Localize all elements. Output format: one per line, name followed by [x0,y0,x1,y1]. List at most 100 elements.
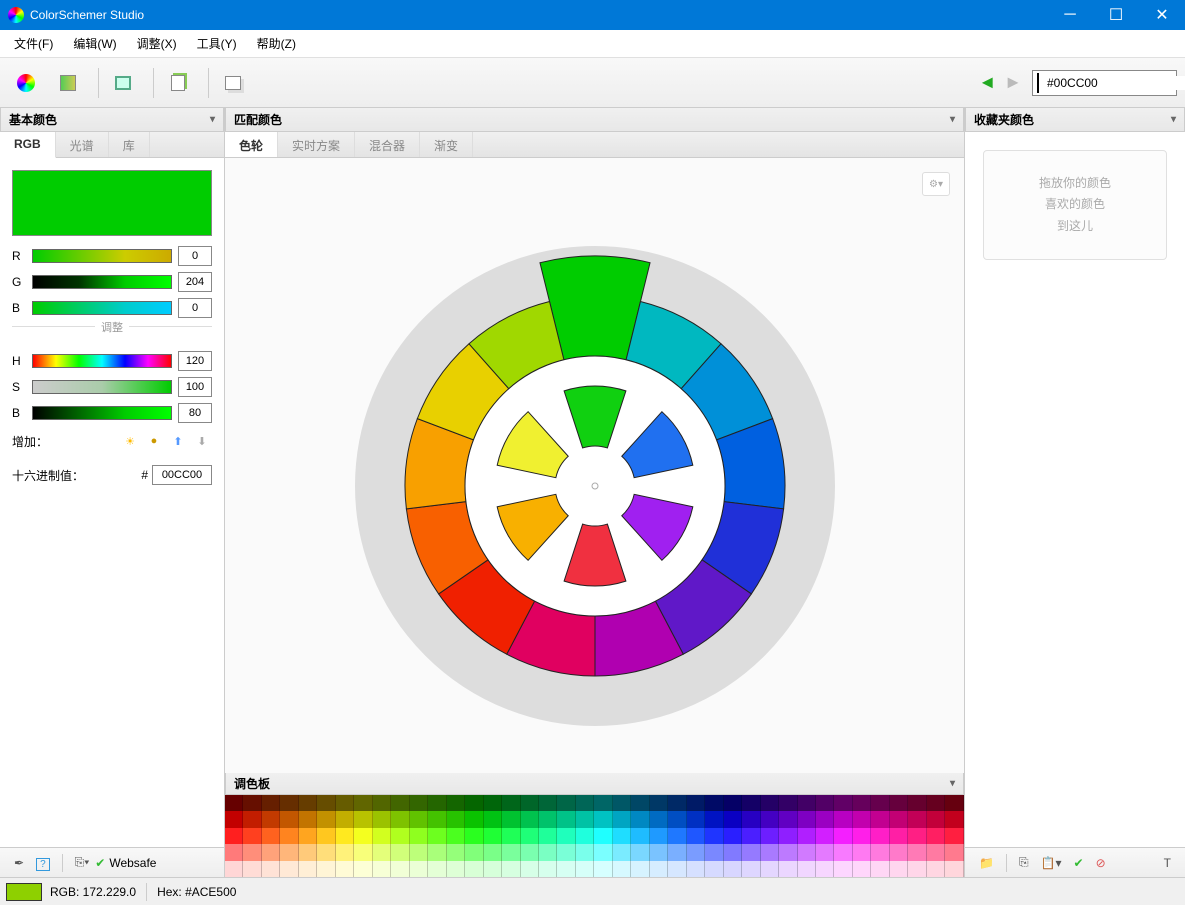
layers-icon [225,76,241,90]
toolbar-copy-button[interactable] [160,65,196,101]
close-button[interactable]: ✕ [1139,0,1185,30]
palette-grid[interactable] [225,795,964,877]
reject-button[interactable]: ⊘ [1090,856,1112,870]
b-slider[interactable] [32,301,172,315]
right-panel-title: 收藏夹颜色 [974,111,1034,128]
left-panel: 基本颜色 ▾ RGB 光谱 库 R G B [0,108,225,877]
maximize-button[interactable]: ☐ [1093,0,1139,30]
favorites-dropzone[interactable]: 拖放你的颜色 喜欢的颜色 到这儿 [983,150,1167,260]
menu-file[interactable]: 文件(F) [4,31,63,56]
shift-down-button[interactable]: ⬇ [192,431,212,451]
h-input[interactable] [178,351,212,371]
folder-button[interactable]: 📁 [973,856,1000,870]
nav-back-button[interactable]: ◄ [974,72,1000,93]
hex-label: 十六进制值： [12,467,84,484]
nav-forward-button[interactable]: ► [1000,72,1026,93]
status-bar: RGB: 172.229.0 Hex: #ACE500 [0,877,1185,905]
center-panel-title: 匹配颜色 [234,111,282,128]
tab-rgb[interactable]: RGB [0,132,56,158]
r-input[interactable] [178,246,212,266]
separator [153,68,154,98]
separator [62,854,63,872]
darken-button[interactable]: ● [144,431,164,451]
g-label: G [12,275,26,289]
text-icon: T [1164,856,1171,870]
browser-icon [115,76,131,90]
dropzone-line3: 到这儿 [1057,216,1093,238]
separator [208,68,209,98]
toolbar-colorwheel-button[interactable] [8,65,44,101]
shift-up-button[interactable]: ⬆ [168,431,188,451]
tab-mixer[interactable]: 混合器 [355,132,420,157]
scheme-icon [60,75,76,91]
left-panel-header[interactable]: 基本颜色 ▾ [0,108,224,132]
eyedropper-button[interactable]: ✒ [8,856,30,870]
hex-input[interactable] [1043,76,1185,90]
status-hex: Hex: #ACE500 [157,885,236,899]
palette-header[interactable]: 调色板 ▾ [225,773,964,795]
toolbar-scheme-button[interactable] [50,65,86,101]
color-preview[interactable] [12,170,212,236]
chevron-down-icon: ▾ [950,778,955,789]
v-label: B [12,406,26,420]
hex-value-input[interactable] [152,465,212,485]
paste-icon: 📋 [1041,856,1056,870]
right-panel-header[interactable]: 收藏夹颜色 ▾ [965,108,1185,132]
toolbar-layers-button[interactable] [215,65,251,101]
tab-spectrum[interactable]: 光谱 [56,132,109,157]
minimize-button[interactable]: ─ [1047,0,1093,30]
right-panel: 收藏夹颜色 ▾ 拖放你的颜色 喜欢的颜色 到这儿 📁 ⎘ 📋▾ ✔ ⊘ T [965,108,1185,877]
copy-icon: ⎘ [75,855,85,869]
chevron-down-icon: ▾ [1171,114,1176,125]
copy-icon: ⎘ [1019,855,1029,869]
r-label: R [12,249,26,263]
s-slider[interactable] [32,380,172,394]
help-button[interactable]: ? [30,856,56,870]
dropzone-line2: 喜欢的颜色 [1045,194,1105,216]
menu-help[interactable]: 帮助(Z) [247,31,306,56]
hex-prefix: # [141,468,148,482]
app-title: ColorSchemer Studio [30,8,1047,22]
text-button[interactable]: T [1158,856,1177,870]
main-toolbar: ◄ ► ⌵ [0,58,1185,108]
menu-edit[interactable]: 编辑(W) [63,31,126,56]
h-slider[interactable] [32,354,172,368]
settings-button[interactable]: ⚙ ▾ [922,172,950,196]
lighten-button[interactable]: ☀ [120,431,140,451]
arrow-down-icon: ⬇ [197,435,206,448]
color-swatch [1037,73,1039,93]
v-slider[interactable] [32,406,172,420]
menu-tools[interactable]: 工具(Y) [187,31,247,56]
b-label: B [12,301,26,315]
status-swatch [6,883,42,901]
g-input[interactable] [178,272,212,292]
toolbar-browser-button[interactable] [105,65,141,101]
eyedropper-icon: ✒ [14,856,24,870]
center-panel-header[interactable]: 匹配颜色 ▾ [225,108,964,132]
g-slider[interactable] [32,275,172,289]
separator [146,883,147,901]
menu-bar: 文件(F) 编辑(W) 调整(X) 工具(Y) 帮助(Z) [0,30,1185,58]
dropzone-line1: 拖放你的颜色 [1039,173,1111,195]
tab-live[interactable]: 实时方案 [278,132,355,157]
color-hex-field[interactable]: ⌵ [1032,70,1177,96]
tab-library[interactable]: 库 [109,132,150,157]
copy-fav-button[interactable]: ⎘ [1013,855,1035,870]
sun-icon: ☀ [125,435,135,448]
color-wheel[interactable] [335,206,855,726]
adjust-label: 调整 [95,322,129,334]
tab-wheel[interactable]: 色轮 [225,132,278,157]
copy-color-button[interactable]: ⎘▾ [69,855,96,870]
accept-button[interactable]: ✔ [1068,856,1090,870]
bottom-toolbar: ✒ ? ⎘▾ ✔ Websafe [0,847,225,877]
chevron-down-icon: ▾ [210,114,215,125]
palette-title: 调色板 [234,775,270,792]
v-input[interactable] [178,403,212,423]
menu-adjust[interactable]: 调整(X) [127,31,187,56]
tab-gradient[interactable]: 渐变 [420,132,473,157]
s-input[interactable] [178,377,212,397]
paste-fav-button[interactable]: 📋▾ [1035,856,1068,870]
check-icon: ✔ [95,856,105,870]
r-slider[interactable] [32,249,172,263]
b-input[interactable] [178,298,212,318]
